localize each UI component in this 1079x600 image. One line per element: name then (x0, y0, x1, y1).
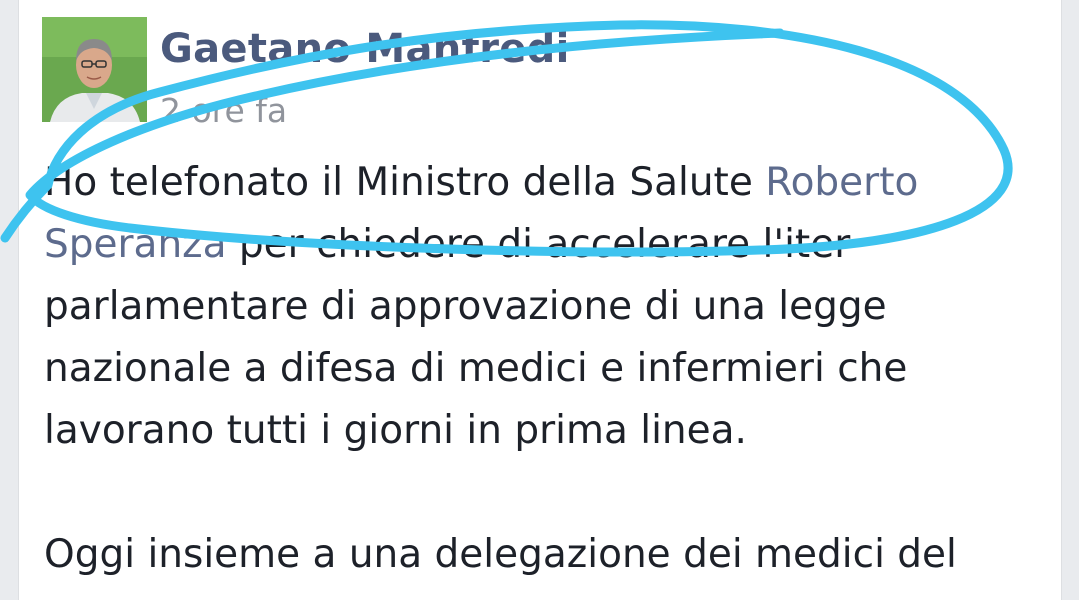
mention-link[interactable]: Speranza (44, 222, 227, 267)
post-body: Ho telefonato il Ministro della Salute R… (44, 152, 1044, 586)
post-line: Ho telefonato il Ministro della Salute R… (44, 152, 1044, 214)
post-text: Ho telefonato il Ministro della Salute (44, 160, 766, 205)
profile-photo-icon (42, 17, 147, 122)
post-line: nazionale a difesa di medici e infermier… (44, 346, 908, 391)
post-timestamp[interactable]: 2 ore fa (160, 91, 287, 130)
author-avatar[interactable] (42, 17, 147, 122)
mention-link[interactable]: Roberto (765, 160, 918, 205)
post-line: Oggi insieme a una delegazione dei medic… (44, 532, 957, 577)
post-line: Speranza per chiedere di accelerare l'it… (44, 214, 1044, 276)
author-name[interactable]: Gaetano Manfredi (160, 26, 570, 72)
post-text: per chiedere di accelerare l'iter (226, 222, 851, 267)
post-line: parlamentare di approvazione di una legg… (44, 284, 887, 329)
post-line: lavorano tutti i giorni in prima linea. (44, 408, 747, 453)
